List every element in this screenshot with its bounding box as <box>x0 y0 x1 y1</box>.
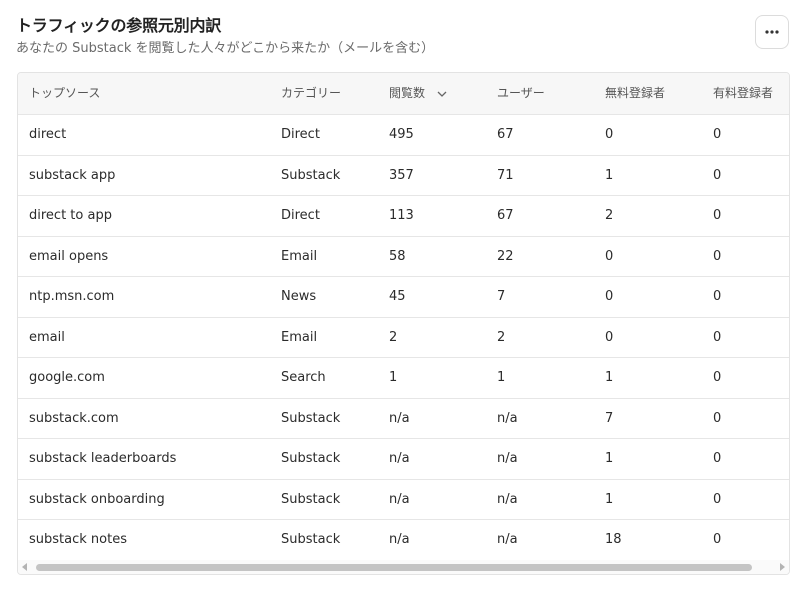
column-header-paid-subscribers[interactable]: 有料登録者 <box>713 73 773 114</box>
cell-paid-subscribers: 0 <box>713 248 722 264</box>
table-row: direct Direct 495 67 0 0 <box>18 115 789 156</box>
cell-category: Email <box>281 248 318 264</box>
column-header-free-subscribers[interactable]: 無料登録者 <box>605 73 665 114</box>
cell-source: email <box>29 329 65 345</box>
cell-free-subscribers: 1 <box>605 370 614 385</box>
table-row: substack.com Substack n/a n/a 7 0 <box>18 399 789 439</box>
cell-users: 7 <box>497 289 506 304</box>
cell-source: direct <box>29 127 67 142</box>
cell-source: google.com <box>29 370 105 385</box>
chevron-down-icon <box>437 91 447 97</box>
cell-users: n/a <box>497 532 518 547</box>
cell-users: 1 <box>497 370 506 385</box>
cell-category: Direct <box>281 127 320 142</box>
cell-source: direct to app <box>29 208 112 223</box>
cell-free-subscribers: 1 <box>605 167 614 183</box>
cell-views: 2 <box>389 329 398 345</box>
cell-users: 67 <box>497 127 514 142</box>
table-row: google.com Search 1 1 1 0 <box>18 358 789 399</box>
page-subtitle: あなたの Substack を閲覧した人々がどこから来たか（メールを含む） <box>16 41 435 56</box>
cell-users: 2 <box>497 329 506 345</box>
scroll-right-arrow-icon[interactable] <box>780 563 785 571</box>
cell-views: n/a <box>389 532 410 547</box>
column-header-category[interactable]: カテゴリー <box>281 73 341 114</box>
cell-category: News <box>281 289 317 304</box>
cell-source: substack app <box>29 167 116 183</box>
cell-views: n/a <box>389 410 410 426</box>
cell-category: Email <box>281 329 318 345</box>
cell-paid-subscribers: 0 <box>713 167 722 183</box>
table-row: ntp.msn.com News 45 7 0 0 <box>18 277 789 318</box>
cell-free-subscribers: 2 <box>605 208 614 223</box>
cell-free-subscribers: 0 <box>605 329 614 345</box>
cell-category: Substack <box>281 410 341 426</box>
cell-users: n/a <box>497 451 518 466</box>
cell-paid-subscribers: 0 <box>713 127 722 142</box>
table-row: substack onboarding Substack n/a n/a 1 0 <box>18 480 789 520</box>
scrollbar-thumb[interactable] <box>36 564 752 571</box>
cell-source: ntp.msn.com <box>29 289 115 304</box>
cell-users: 67 <box>497 208 514 223</box>
cell-paid-subscribers: 0 <box>713 491 722 507</box>
cell-users: n/a <box>497 491 518 507</box>
horizontal-scrollbar[interactable] <box>18 560 789 574</box>
table-row: substack notes Substack n/a n/a 18 0 <box>18 520 789 561</box>
cell-source: substack.com <box>29 410 119 426</box>
cell-free-subscribers: 18 <box>605 532 622 547</box>
cell-paid-subscribers: 0 <box>713 451 722 466</box>
cell-users: 71 <box>497 167 514 183</box>
scroll-left-arrow-icon[interactable] <box>22 563 27 571</box>
cell-category: Search <box>281 370 326 385</box>
cell-views: 113 <box>389 208 414 223</box>
column-header-users[interactable]: ユーザー <box>497 73 545 114</box>
cell-users: 22 <box>497 248 514 264</box>
cell-free-subscribers: 1 <box>605 491 614 507</box>
cell-category: Substack <box>281 451 341 466</box>
table-header: トップソース カテゴリー 閲覧数 ユーザー 無料登録者 有料登録者 <box>18 73 789 115</box>
table-row: direct to app Direct 113 67 2 0 <box>18 196 789 237</box>
cell-views: 58 <box>389 248 406 264</box>
more-horizontal-icon <box>765 30 779 34</box>
column-header-views[interactable]: 閲覧数 <box>389 73 447 114</box>
cell-views: n/a <box>389 451 410 466</box>
more-options-button[interactable] <box>755 15 789 49</box>
cell-free-subscribers: 1 <box>605 451 614 466</box>
cell-views: n/a <box>389 491 410 507</box>
table-row: email opens Email 58 22 0 0 <box>18 237 789 277</box>
cell-paid-subscribers: 0 <box>713 532 722 547</box>
cell-views: 495 <box>389 127 414 142</box>
cell-category: Substack <box>281 167 341 183</box>
table-row: substack leaderboards Substack n/a n/a 1 0 <box>18 439 789 480</box>
cell-free-subscribers: 0 <box>605 248 614 264</box>
cell-source: substack notes <box>29 532 127 547</box>
cell-source: email opens <box>29 248 109 264</box>
cell-free-subscribers: 0 <box>605 289 614 304</box>
cell-free-subscribers: 0 <box>605 127 614 142</box>
page-title: トラフィックの参照元別内訳 <box>16 16 222 35</box>
cell-views: 1 <box>389 370 398 385</box>
cell-category: Substack <box>281 532 341 547</box>
cell-users: n/a <box>497 410 518 426</box>
cell-paid-subscribers: 0 <box>713 289 722 304</box>
cell-views: 357 <box>389 167 414 183</box>
traffic-sources-table: トップソース カテゴリー 閲覧数 ユーザー 無料登録者 有料登録者 direct… <box>17 72 790 575</box>
cell-category: Direct <box>281 208 320 223</box>
cell-paid-subscribers: 0 <box>713 208 722 223</box>
cell-category: Substack <box>281 491 341 507</box>
cell-paid-subscribers: 0 <box>713 410 722 426</box>
cell-views: 45 <box>389 289 406 304</box>
table-row: email Email 2 2 0 0 <box>18 318 789 358</box>
cell-paid-subscribers: 0 <box>713 370 722 385</box>
table-body: direct Direct 495 67 0 0 substack app Substack 3… <box>18 115 789 561</box>
cell-paid-subscribers: 0 <box>713 329 722 345</box>
cell-free-subscribers: 7 <box>605 410 614 426</box>
cell-source: substack leaderboards <box>29 451 177 466</box>
table-row: substack app Substack 357 71 1 0 <box>18 156 789 196</box>
column-header-top-source[interactable]: トップソース <box>29 73 100 114</box>
cell-source: substack onboarding <box>29 491 165 507</box>
